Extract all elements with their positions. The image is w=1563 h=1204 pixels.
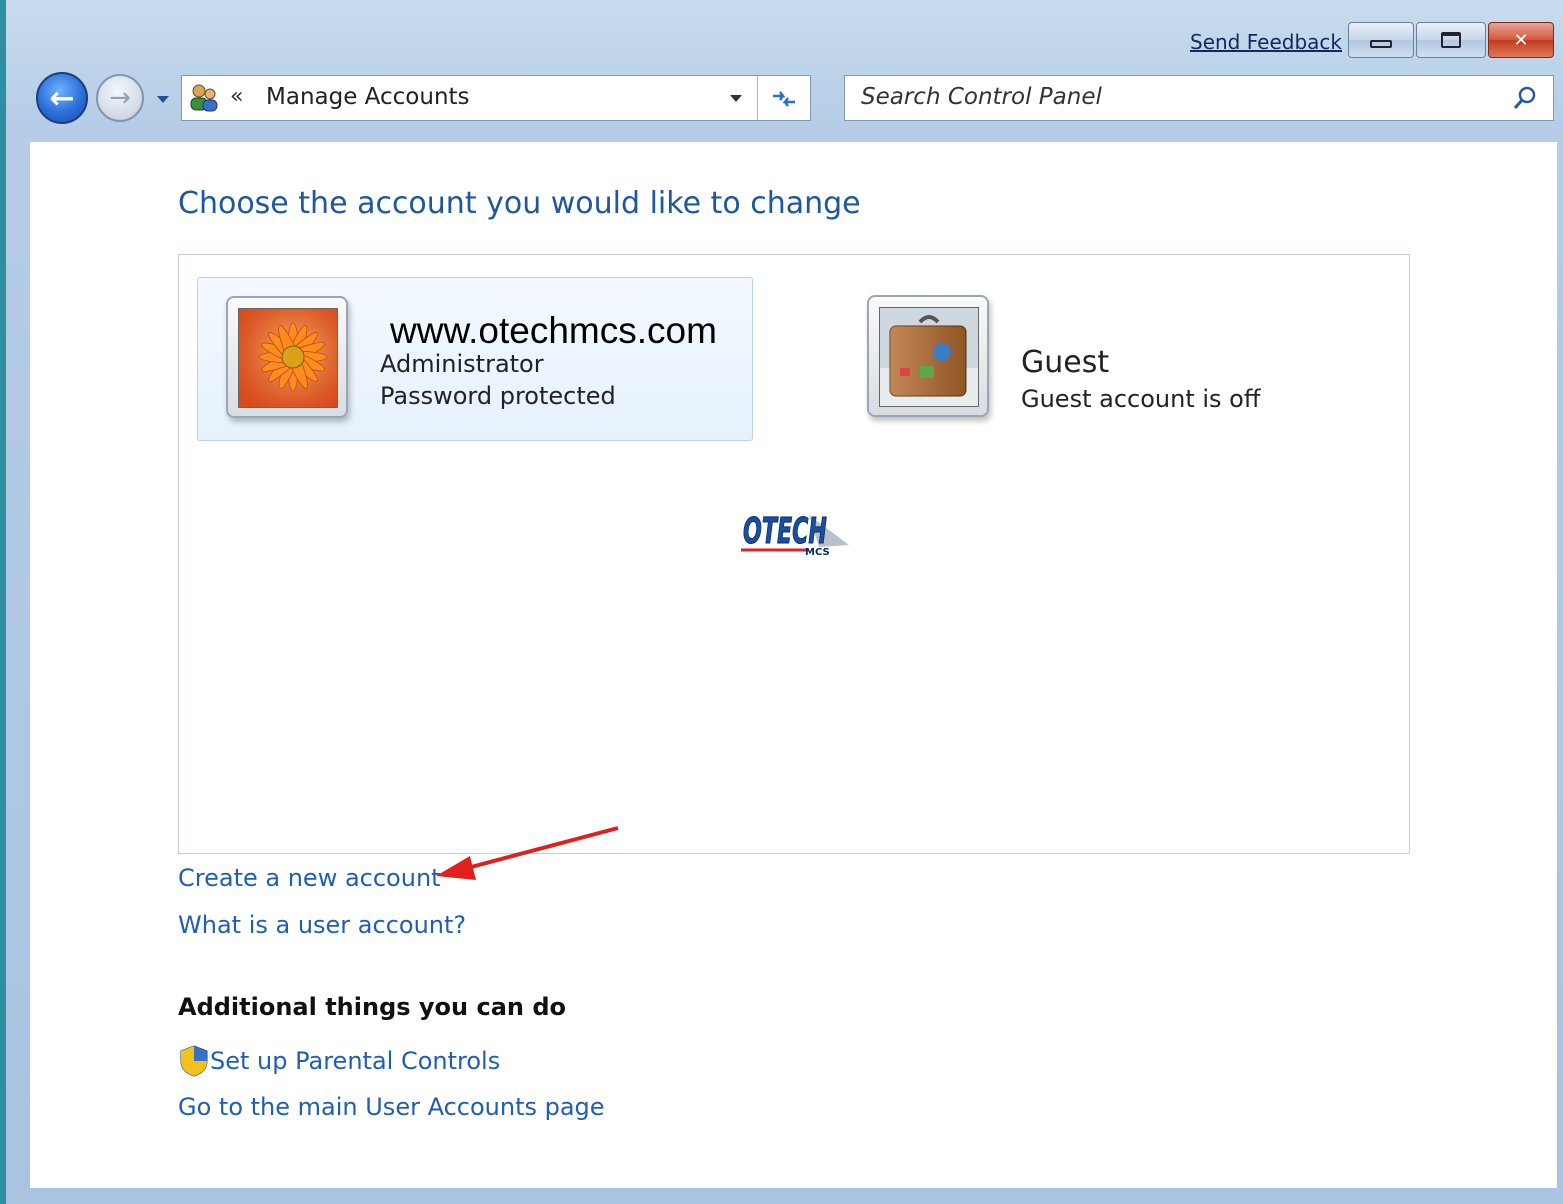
shield-icon [180,1045,208,1077]
search-box[interactable]: Search Control Panel [844,75,1554,121]
accounts-panel: Administrator Password protected www.ote… [178,254,1410,854]
create-account-link[interactable]: Create a new account [178,864,441,892]
refresh-button[interactable] [766,84,802,114]
refresh-icon [773,91,795,107]
parental-controls-label: Set up Parental Controls [210,1047,501,1075]
back-button[interactable]: ← [36,72,88,124]
address-dropdown-icon[interactable] [728,90,744,106]
control-panel-window: Send Feedback ✕ ← → « Manage Accounts Se… [0,0,1563,1204]
logo-subtext: MCS [805,547,830,558]
annotation-arrow-icon [436,826,619,880]
account-picture-frame [867,295,989,417]
watermark-text: www.otechmcs.com [390,310,717,351]
suitcase-picture-icon [879,307,979,407]
account-picture-frame [226,296,348,418]
forward-arrow-icon: → [109,83,131,113]
address-bar[interactable]: « Manage Accounts [181,75,811,121]
otech-logo: OTECH MCS [741,511,849,558]
minimize-button[interactable] [1348,22,1414,58]
close-button[interactable]: ✕ [1488,22,1554,58]
account-name: Administrator [380,350,544,378]
main-user-accounts-link[interactable]: Go to the main User Accounts page [178,1093,605,1121]
content-area: Choose the account you would like to cha… [30,142,1557,1188]
divider [757,76,758,120]
recent-pages-dropdown[interactable] [154,90,172,108]
parental-controls-link[interactable]: Set up Parental Controls [178,1044,500,1078]
account-name: Guest [1021,345,1110,380]
logo-text: OTECH [743,511,827,552]
send-feedback-link[interactable]: Send Feedback [1190,30,1342,54]
page-title: Choose the account you would like to cha… [178,186,861,221]
account-tile-administrator[interactable]: Administrator Password protected www.ote… [197,277,753,441]
account-status: Password protected [380,382,616,410]
what-is-user-account-link[interactable]: What is a user account? [178,911,466,939]
account-tile-guest[interactable]: Guest Guest account is off [867,277,1347,441]
search-input[interactable]: Search Control Panel [861,84,1102,110]
breadcrumb-overflow[interactable]: « [230,84,243,109]
maximize-icon [1441,32,1461,48]
search-icon[interactable] [1511,84,1539,112]
maximize-button[interactable] [1416,22,1486,58]
flower-picture-icon [238,308,338,408]
back-arrow-icon: ← [49,80,75,116]
chevron-down-icon [157,96,169,103]
title-bar: Send Feedback ✕ [6,0,1563,66]
breadcrumb-manage-accounts[interactable]: Manage Accounts [266,84,470,110]
user-accounts-icon [190,84,218,112]
forward-button[interactable]: → [96,74,144,122]
account-status: Guest account is off [1021,385,1261,413]
close-icon: ✕ [1513,29,1529,51]
additional-heading: Additional things you can do [178,993,567,1021]
minimize-icon [1370,40,1392,48]
